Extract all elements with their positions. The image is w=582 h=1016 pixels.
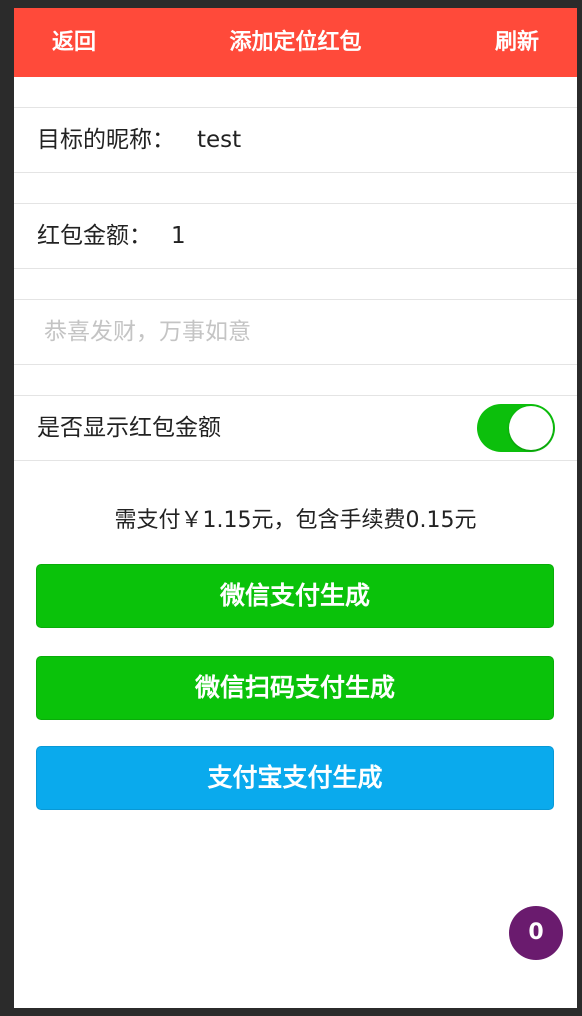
payment-notice: 需支付￥1.15元，包含手续费0.15元 bbox=[114, 508, 477, 533]
alipay-button[interactable]: 支付宝支付生成 bbox=[36, 746, 554, 810]
show-amount-label: 是否显示红包金额 bbox=[37, 415, 221, 441]
page-title: 添加定位红包 bbox=[229, 30, 362, 55]
message-input[interactable]: 恭喜发财，万事如意 bbox=[44, 300, 251, 364]
refresh-button[interactable]: 刷新 bbox=[495, 8, 539, 77]
phone-screen: 返回 添加定位红包 刷新 目标的昵称： test 红包金额： 1 恭喜发财，万事… bbox=[14, 8, 577, 1008]
toggle-knob bbox=[509, 406, 553, 450]
amount-input[interactable]: 1 bbox=[171, 204, 186, 268]
nickname-row[interactable]: 目标的昵称： test bbox=[14, 107, 577, 173]
amount-label: 红包金额： bbox=[37, 223, 152, 249]
nickname-label: 目标的昵称： bbox=[37, 127, 175, 153]
nickname-input[interactable]: test bbox=[197, 108, 241, 172]
floating-count-badge[interactable]: 0 bbox=[509, 906, 563, 960]
wechat-scan-pay-button[interactable]: 微信扫码支付生成 bbox=[36, 656, 554, 720]
top-bar: 返回 添加定位红包 刷新 bbox=[14, 8, 577, 77]
show-amount-row: 是否显示红包金额 bbox=[14, 395, 577, 461]
message-row[interactable]: 恭喜发财，万事如意 bbox=[14, 299, 577, 365]
amount-row[interactable]: 红包金额： 1 bbox=[14, 203, 577, 269]
wechat-pay-button[interactable]: 微信支付生成 bbox=[36, 564, 554, 628]
show-amount-toggle[interactable] bbox=[477, 404, 555, 452]
